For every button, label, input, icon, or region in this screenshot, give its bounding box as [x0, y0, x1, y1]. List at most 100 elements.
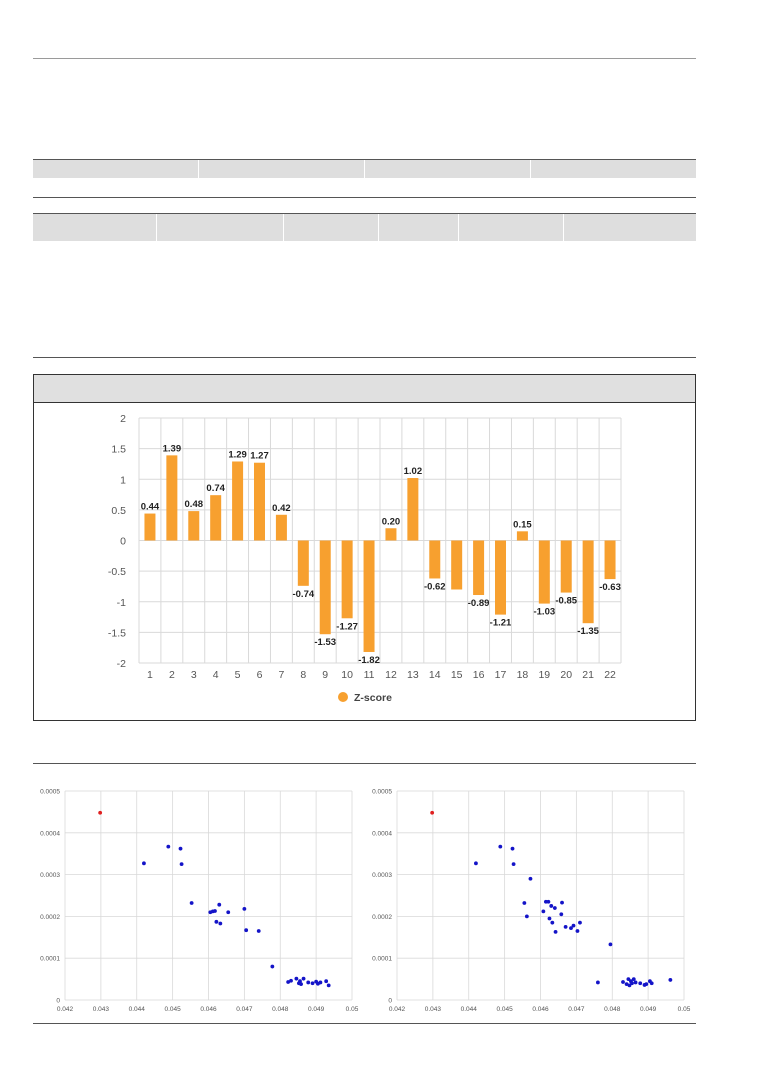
- scatter-point: [547, 916, 552, 921]
- scatter-point: [638, 981, 643, 986]
- scatter-point: [528, 876, 533, 881]
- y-tick-label: 0.0004: [372, 830, 392, 837]
- bar-data-label: -1.03: [533, 607, 555, 618]
- x-tick-label: 3: [191, 669, 197, 681]
- scatter-point: [596, 980, 600, 985]
- scatter-points: [98, 810, 331, 988]
- scatter-point: [226, 910, 231, 915]
- y-tick-label: 0.0002: [40, 914, 60, 921]
- x-tick-label: 20: [560, 669, 572, 681]
- x-tick-label: 0.046: [200, 1006, 217, 1013]
- scatter-point: [299, 982, 303, 987]
- scatter-points: [430, 810, 673, 988]
- x-tick-label: 0.048: [272, 1006, 289, 1013]
- bar-chart-y-ticks: 2 1.5 1 0.5 0 -0.5 -1 -1.5 -2: [108, 413, 126, 670]
- bar: [516, 531, 528, 541]
- x-tick-label: 1: [147, 669, 153, 681]
- bar: [210, 495, 222, 541]
- scatter-point: [575, 929, 580, 933]
- scatter-point: [498, 844, 503, 849]
- y-tick-label: 0.0001: [372, 956, 392, 963]
- bar-data-label: -0.62: [424, 581, 446, 592]
- x-tick-label: 0.042: [57, 1006, 74, 1013]
- bar-chart-legend: Z-score: [338, 692, 392, 704]
- bottom-rule: [33, 1023, 696, 1024]
- scatter-point: [214, 919, 219, 924]
- bar-data-label: 0.44: [141, 502, 160, 513]
- scatter-point: [326, 983, 331, 988]
- scatter-point: [524, 914, 529, 919]
- scatter-point: [608, 942, 613, 947]
- scatter-point: [621, 980, 625, 984]
- y-tick-label: 0.0004: [40, 830, 60, 837]
- bar: [407, 478, 419, 541]
- scatter-plot-right: 0 0.0001 0.0002 0.0003 0.0004 0.0005 0.042 0.04…: [372, 789, 691, 1014]
- scatter-point: [306, 980, 311, 985]
- x-tick-label: 21: [582, 669, 594, 681]
- scatter-point: [474, 861, 478, 866]
- bar-data-label: -1.27: [336, 621, 358, 632]
- scatter-point: [189, 901, 194, 905]
- x-tick-label: 2: [169, 669, 175, 681]
- bar-data-label: -1.35: [577, 626, 599, 637]
- x-tick-label: 13: [407, 669, 419, 681]
- x-tick-label: 17: [495, 669, 507, 681]
- x-tick-label: 14: [429, 669, 441, 681]
- x-tick-label: 0.049: [640, 1006, 657, 1013]
- y-tick-label: 0: [56, 998, 60, 1005]
- z-score-bar-chart: 21.510.50-0.5-1-1.5-2 1 2 3 4 5 6 7 8 9 10 11 12 13 1…: [108, 413, 622, 704]
- x-tick-label: 12: [385, 669, 397, 681]
- scatter-plot-left: 0 0.0001 0.0002 0.0003 0.0004 0.0005 0.042 0.04…: [40, 789, 359, 1014]
- scatter-point: [644, 982, 649, 987]
- x-tick-label: 11: [364, 669, 375, 681]
- x-tick-label: 7: [278, 669, 284, 681]
- x-tick-label: 0.043: [93, 1006, 110, 1013]
- scatter-point: [324, 979, 329, 984]
- bar-data-label: -0.89: [468, 598, 490, 609]
- y-tick-label: 1.5: [111, 444, 126, 456]
- scatter-point: [242, 906, 247, 911]
- x-tick-label: 5: [235, 669, 241, 681]
- bar: [319, 540, 331, 635]
- y-tick-label: 0.0005: [372, 789, 392, 796]
- y-tick-label: 0.0005: [40, 789, 60, 796]
- bar-data-label: -0.85: [555, 596, 577, 607]
- scatter-point: [578, 920, 582, 925]
- bar: [166, 455, 178, 541]
- y-tick-label: 0.0002: [372, 914, 392, 921]
- bar: [582, 540, 594, 624]
- bar: [451, 540, 463, 590]
- x-tick-label: 9: [322, 669, 328, 681]
- scatter-point: [553, 929, 558, 934]
- x-tick-label: 0.045: [164, 1006, 181, 1013]
- y-tick-label: 1: [120, 474, 126, 486]
- scatter-point: [541, 909, 546, 914]
- bar: [385, 528, 397, 541]
- bar: [495, 540, 506, 615]
- bar: [604, 540, 616, 580]
- section-rule-2: [33, 763, 696, 764]
- bar: [363, 540, 375, 652]
- x-tick-label: 0.043: [425, 1006, 442, 1013]
- bar: [429, 540, 441, 579]
- y-tick-label: -1: [117, 597, 126, 609]
- scatter-point: [178, 846, 183, 851]
- scatter-point: [522, 901, 527, 905]
- x-tick-label: 15: [451, 669, 463, 681]
- x-tick-label: 0.042: [389, 1006, 406, 1013]
- scatter-point: [549, 904, 554, 908]
- y-tick-label: -2: [117, 658, 126, 670]
- x-tick-label: 0.044: [129, 1006, 146, 1013]
- scatter-point: [511, 862, 516, 867]
- scatter-point: [560, 900, 564, 905]
- scatter-point: [213, 909, 217, 913]
- bar-data-label: -1.21: [490, 618, 512, 629]
- bar-data-label: -0.74: [292, 589, 314, 600]
- bar: [188, 511, 200, 541]
- bar: [275, 514, 287, 541]
- bar-data-label: -1.82: [358, 655, 380, 666]
- scatter-point: [217, 902, 222, 907]
- scatter-point: [294, 976, 299, 981]
- bar: [144, 513, 156, 541]
- y-tick-label: -0.5: [108, 566, 126, 578]
